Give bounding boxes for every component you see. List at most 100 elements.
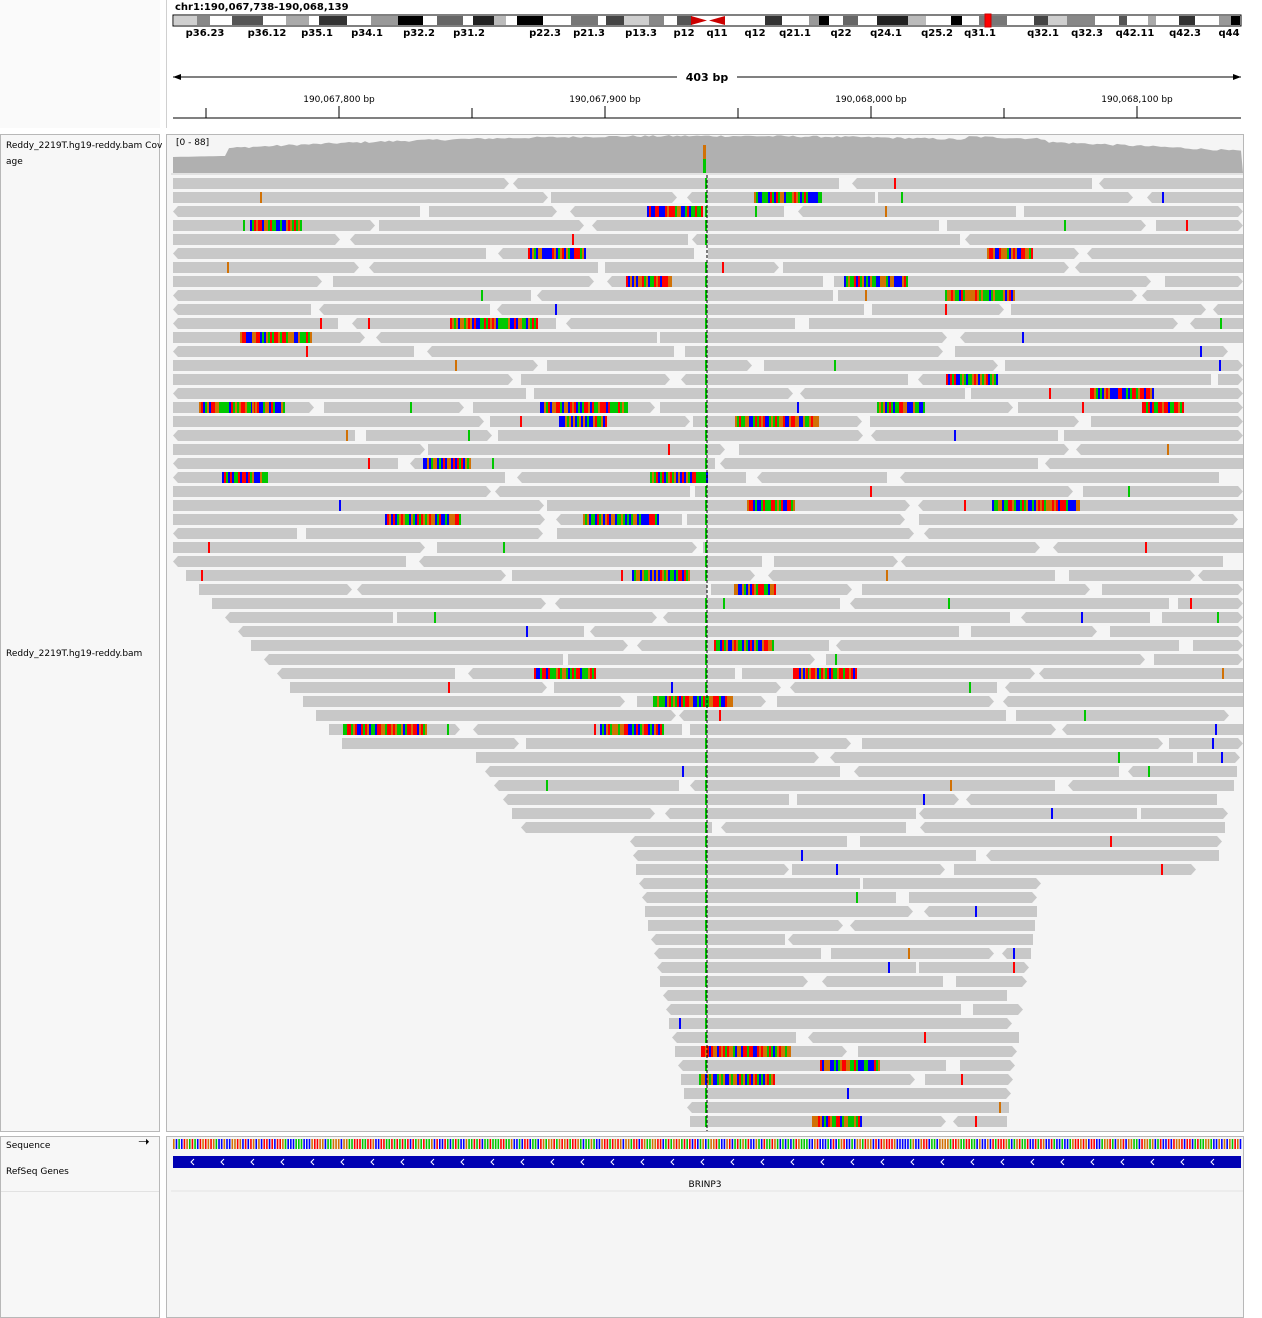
read-alignment[interactable]: [554, 682, 781, 693]
read-alignment[interactable]: [503, 794, 789, 805]
read-alignment[interactable]: [648, 920, 843, 931]
read-alignment[interactable]: [679, 710, 1006, 721]
read-alignment[interactable]: [953, 1116, 1007, 1127]
read-alignment[interactable]: [960, 332, 1243, 343]
read-alignment[interactable]: [956, 976, 1027, 987]
read-alignment[interactable]: [808, 1032, 1019, 1043]
read-alignment[interactable]: [909, 892, 1037, 903]
read-alignment[interactable]: [324, 402, 464, 413]
read-alignment[interactable]: [1154, 654, 1243, 665]
read-alignment[interactable]: [1045, 458, 1243, 469]
read-alignment[interactable]: [173, 542, 425, 553]
read-alignment[interactable]: [919, 808, 1137, 819]
read-alignment[interactable]: [669, 1018, 1012, 1029]
coverage-snp-bar[interactable]: [703, 145, 706, 159]
read-alignment[interactable]: [742, 668, 1035, 679]
read-alignment[interactable]: [1021, 612, 1150, 623]
read-alignment[interactable]: [173, 486, 491, 497]
coverage-track-name[interactable]: Reddy_2219T.hg19-reddy.bam Cov: [6, 141, 162, 152]
read-alignment[interactable]: [660, 976, 808, 987]
alignment-track-name[interactable]: Reddy_2219T.hg19-reddy.bam: [6, 649, 142, 660]
read-alignment[interactable]: [790, 682, 997, 693]
read-alignment[interactable]: [173, 248, 486, 259]
read-alignment[interactable]: [826, 654, 1145, 665]
read-alignment[interactable]: [986, 850, 1219, 861]
read-alignment[interactable]: [290, 682, 547, 693]
read-alignment[interactable]: [900, 472, 1219, 483]
read-alignment[interactable]: [605, 262, 779, 273]
read-alignment[interactable]: [173, 458, 398, 469]
read-alignment[interactable]: [836, 640, 1179, 651]
read-alignment[interactable]: [376, 332, 657, 343]
read-alignment[interactable]: [1193, 640, 1243, 651]
read-alignment[interactable]: [498, 430, 863, 441]
read-alignment[interactable]: [513, 178, 839, 189]
coverage-snp-bar[interactable]: [703, 159, 706, 173]
coverage-area[interactable]: [173, 135, 1243, 173]
read-alignment[interactable]: [1190, 318, 1243, 329]
read-alignment[interactable]: [651, 934, 785, 945]
read-alignment[interactable]: [173, 500, 544, 511]
read-alignment[interactable]: [225, 612, 393, 623]
read-alignment[interactable]: [173, 388, 526, 399]
read-alignment[interactable]: [173, 514, 545, 525]
alignment-svg[interactable]: [0 - 88]: [167, 135, 1243, 1131]
read-alignment[interactable]: [557, 528, 914, 539]
read-alignments[interactable]: [173, 178, 1243, 1127]
read-alignment[interactable]: [547, 500, 910, 511]
read-alignment[interactable]: [357, 584, 707, 595]
read-alignment[interactable]: [720, 458, 1038, 469]
read-alignment[interactable]: [1053, 542, 1243, 553]
read-alignment[interactable]: [1011, 304, 1206, 315]
read-alignment[interactable]: [379, 220, 584, 231]
read-alignment[interactable]: [264, 654, 563, 665]
read-alignment[interactable]: [173, 304, 311, 315]
read-alignment[interactable]: [850, 920, 1035, 931]
current-region-marker[interactable]: [984, 13, 992, 28]
read-alignment[interactable]: [1141, 808, 1228, 819]
read-alignment[interactable]: [350, 234, 688, 245]
read-alignment[interactable]: [173, 234, 340, 245]
read-alignment[interactable]: [1102, 584, 1243, 595]
read-alignment[interactable]: [277, 668, 455, 679]
read-alignment[interactable]: [954, 864, 1196, 875]
read-alignment[interactable]: [173, 276, 322, 287]
read-alignment[interactable]: [862, 584, 1090, 595]
read-alignment[interactable]: [871, 430, 1058, 441]
read-alignment[interactable]: [660, 332, 947, 343]
read-alignment[interactable]: [495, 486, 690, 497]
read-alignment[interactable]: [476, 752, 819, 763]
read-alignment[interactable]: [1002, 948, 1031, 959]
read-alignment[interactable]: [1110, 626, 1243, 637]
read-alignment[interactable]: [924, 528, 1243, 539]
read-alignment[interactable]: [1016, 710, 1229, 721]
read-alignment[interactable]: [512, 808, 655, 819]
read-alignment[interactable]: [1087, 248, 1243, 259]
read-alignment[interactable]: [687, 1102, 1009, 1113]
read-alignment[interactable]: [342, 738, 519, 749]
read-alignment[interactable]: [1147, 192, 1243, 203]
read-alignment[interactable]: [901, 556, 1223, 567]
read-alignment[interactable]: [517, 472, 746, 483]
read-alignment[interactable]: [872, 304, 1004, 315]
read-alignment[interactable]: [666, 1004, 961, 1015]
read-alignment[interactable]: [429, 206, 557, 217]
read-alignment[interactable]: [1091, 416, 1243, 427]
coverage-track[interactable]: [173, 135, 1243, 173]
read-alignment[interactable]: [920, 822, 1225, 833]
read-alignment[interactable]: [960, 1060, 1015, 1071]
read-alignment[interactable]: [173, 374, 513, 385]
read-alignment[interactable]: [639, 878, 860, 889]
read-alignment[interactable]: [238, 626, 584, 637]
read-alignment[interactable]: [878, 192, 1133, 203]
read-alignment[interactable]: [521, 822, 712, 833]
read-alignment[interactable]: [1165, 276, 1243, 287]
read-alignment[interactable]: [555, 598, 840, 609]
read-alignment[interactable]: [1076, 444, 1243, 455]
read-alignment[interactable]: [1128, 766, 1237, 777]
read-alignment[interactable]: [173, 444, 425, 455]
read-alignment[interactable]: [966, 794, 1217, 805]
sequence-track-name[interactable]: Sequence: [6, 1141, 50, 1152]
read-alignment[interactable]: [173, 416, 484, 427]
read-alignment[interactable]: [854, 766, 1119, 777]
